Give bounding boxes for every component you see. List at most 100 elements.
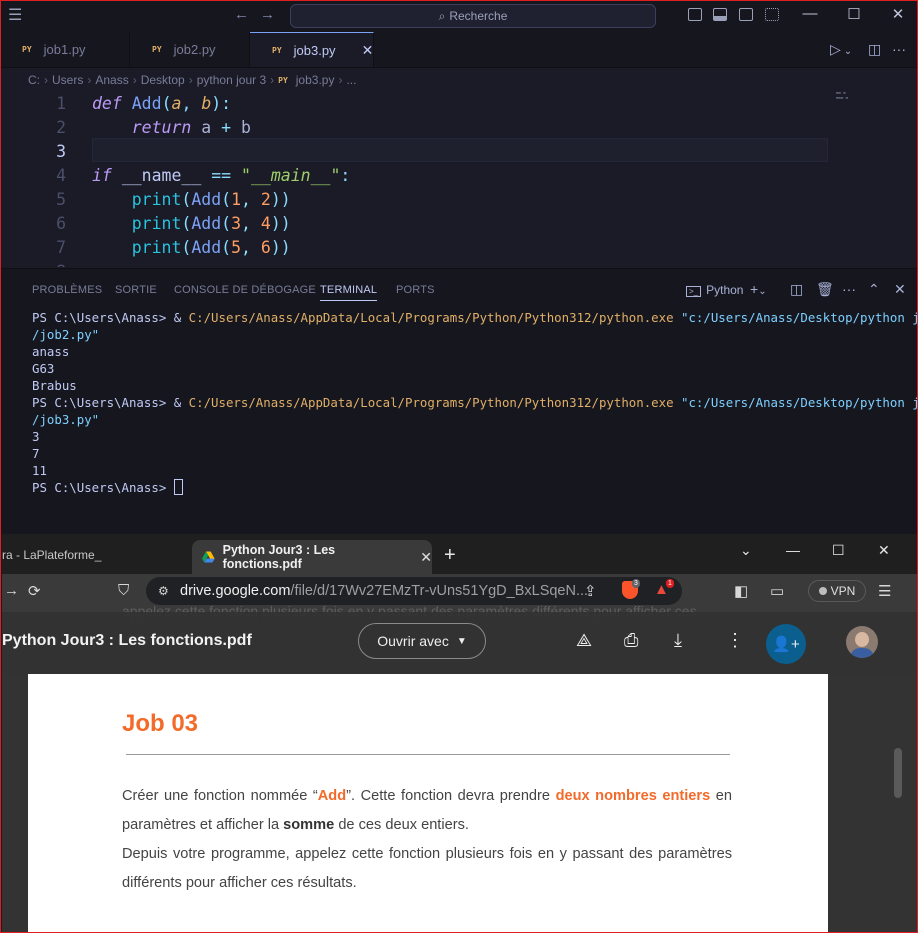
highlight-integers: deux nombres entiers [555,788,711,804]
editor-tabs: PY job1.py PY job2.py PY job3.py ✕ [0,32,918,68]
terminal-arg: "c:/Users/Anass/Desktop/python jour 3 [681,310,918,325]
open-with-button[interactable]: Ouvrir avec ▼ [358,623,486,659]
terminal-line: 3 [32,429,40,444]
more-actions-icon[interactable]: ··· [892,41,906,57]
close-tab-icon[interactable]: ✕ [362,42,374,59]
maximize-panel-icon[interactable]: ⌃ [868,281,880,298]
run-icon[interactable]: ▷ ⌄ [830,41,852,58]
command-search[interactable]: ⌕ Recherche [290,4,656,28]
terminal-selector[interactable]: >_ Python [686,283,743,297]
code-editor[interactable]: 1 def Add(a, b): 2 return a + b 3 4 if __n… [0,92,918,267]
new-terminal-icon[interactable]: +⌄ [750,281,767,297]
code-line: if __name__ == "__main__": [92,166,351,185]
tab-terminal[interactable]: TERMINAL [320,284,378,301]
tab-label: job3.py [293,42,336,58]
sidebar-icon[interactable]: ◧ [734,582,748,600]
breadcrumb-item[interactable]: python jour 3 [197,73,266,87]
print-icon[interactable]: ⎙ [624,630,638,651]
minimize-icon[interactable]: — [800,5,820,22]
browser-window: ra - LaPlateforme_ Python Jour3 : Les fo… [2,534,918,933]
tab-job2[interactable]: PY job2.py [130,32,250,67]
more-options-icon[interactable]: ⋮ [726,630,744,651]
url-host: drive.google.com [180,583,291,599]
maximize-icon[interactable]: ☐ [844,5,864,23]
maximize-icon[interactable]: ☐ [832,542,845,559]
toggle-secondary-sidebar-icon[interactable] [739,8,753,21]
tab-debug-console[interactable]: CONSOLE DE DÉBOGAGE [174,284,316,296]
split-editor-icon[interactable]: ◫ [868,41,881,58]
close-window-icon[interactable]: ✕ [888,5,908,23]
open-with-label: Ouvrir avec [377,633,449,649]
close-tab-icon[interactable]: ✕ [420,549,432,566]
site-info-icon[interactable]: ⚙ [158,584,169,598]
breadcrumb-item[interactable]: Anass [95,73,128,87]
terminal-line: Brabus [32,378,77,393]
customize-layout-icon[interactable] [765,8,779,21]
line-number: 4 [56,166,66,185]
python-file-icon: PY [272,45,282,55]
terminal-prompt: PS C:\Users\Anass> & [32,310,189,325]
download-icon[interactable]: ⤓ [674,630,682,651]
chevron-down-icon[interactable]: ⌄ [844,46,852,57]
wallet-icon[interactable]: ▭ [770,582,784,600]
breadcrumb-item[interactable]: ... [346,73,356,87]
reload-icon[interactable]: ⟳ [28,582,41,600]
terminal-icon: >_ [686,286,702,297]
breadcrumb-item[interactable]: Desktop [141,73,185,87]
search-placeholder: Recherche [449,9,508,23]
add-shortcut-drive-icon[interactable]: ⟁ [576,630,592,651]
section-heading: Job 03 [122,710,199,737]
new-tab-icon[interactable]: + [444,544,456,567]
terminal-exe-path: C:/Users/Anass/AppData/Local/Programs/Py… [188,310,674,325]
bookmark-icon[interactable]: ⛉ [118,582,129,599]
close-panel-icon[interactable]: ✕ [894,281,906,298]
split-terminal-icon[interactable]: ◫ [790,281,803,298]
tab-job3[interactable]: PY job3.py ✕ [250,32,374,67]
terminal-output[interactable]: PS C:\Users\Anass> & C:/Users/Anass/AppD… [32,309,918,496]
add-person-icon: 👤+ [772,636,800,653]
chevron-down-icon[interactable]: ⌄ [758,286,766,297]
avatar[interactable] [846,626,878,658]
rewards-badge: 1 [666,579,674,588]
tab-label: job1.py [43,42,86,57]
tab-output[interactable]: SORTIE [115,284,157,296]
exercise-text: Créer une fonction nommée “Add”. Cette f… [122,782,732,898]
highlight-add: Add [317,788,347,804]
terminal-exe-path: C:/Users/Anass/AppData/Local/Programs/Py… [188,395,674,410]
viewer-scrollbar[interactable] [894,748,902,798]
toggle-panel-icon[interactable] [713,8,727,21]
title-bar: ☰ ← → ⌕ Recherche — ☐ ✕ [0,0,918,32]
terminal-line: 11 [32,463,47,478]
close-window-icon[interactable]: ✕ [878,542,890,559]
breadcrumb-item[interactable]: Users [52,73,83,87]
shields-badge: 3 [632,579,640,588]
terminal-line: anass [32,344,70,359]
menu-icon[interactable]: ☰ [8,8,28,24]
share-button[interactable]: 👤+ [766,624,806,664]
url-text[interactable]: drive.google.com/file/d/17Wv27EMzTr-vUns… [180,583,588,599]
trash-icon[interactable]: 🗑 [816,281,834,298]
forward-icon[interactable]: → [4,582,19,599]
vpn-button[interactable]: VPN [808,580,866,602]
vpn-label: VPN [830,584,856,598]
breadcrumb-item[interactable]: C: [28,73,40,87]
toggle-primary-sidebar-icon[interactable] [688,8,702,21]
tab-job1[interactable]: PY job1.py [0,32,130,67]
forward-arrow-icon[interactable]: → [260,6,275,23]
browser-tab-active[interactable]: Python Jour3 : Les fonctions.pdf ✕ [192,540,432,574]
viewer-header: Python Jour3 : Les fonctions.pdf Ouvrir … [2,612,918,674]
breadcrumb-item[interactable]: job3.py [296,73,335,87]
tab-ports[interactable]: PORTS [396,284,435,296]
python-file-icon: PY [278,75,288,85]
tab-search-icon[interactable]: ⌄ [740,542,752,559]
more-actions-icon[interactable]: ··· [842,281,856,297]
search-icon: ⌕ [438,8,446,23]
minimap[interactable]: ▬▬ ▬ ▬▬▬ ▬ [836,90,864,104]
terminal-name: Python [706,283,744,297]
tab-problems[interactable]: PROBLÈMES [32,284,102,296]
terminal-prompt: PS C:\Users\Anass> & [32,395,189,410]
minimize-icon[interactable]: — [786,542,800,558]
back-arrow-icon[interactable]: ← [234,6,249,23]
browser-tab-laplateforme[interactable]: ra - LaPlateforme_ [2,548,101,562]
browser-menu-icon[interactable]: ☰ [878,582,891,600]
